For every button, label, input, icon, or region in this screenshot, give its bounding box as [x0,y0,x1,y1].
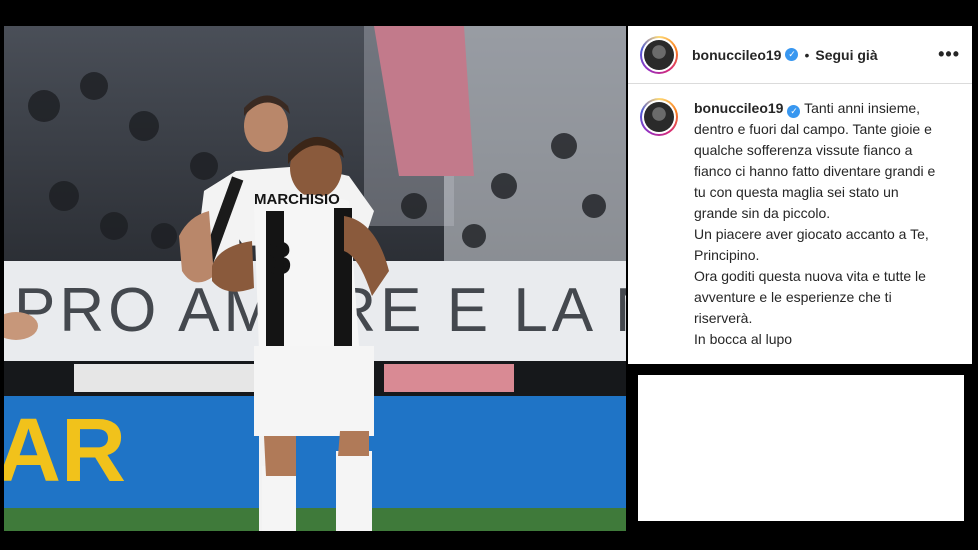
jersey-number: 8 [266,232,292,284]
pitch [4,508,626,531]
caption-line: Ora goditi questa nuova vita e tutte le [694,268,926,284]
caption-line: grande sin da piccolo. [694,205,831,221]
caption-line: qualche sofferenza vissute fianco a [694,142,913,158]
caption-line: In bocca al lupo [694,331,793,347]
caption-line: riserverà. [694,310,753,326]
caption-username-link[interactable]: bonuccileo19 [694,100,783,116]
verified-badge-icon: ✓ [785,48,799,61]
caption-line: avventure e le esperienze che ti [694,289,892,305]
football-players-image: PRO AMORE E LA NOSTRA AR MARCHISIO [4,26,626,531]
post-caption: bonuccileo19 ✓ Tanti anni insieme, dentro… [694,98,935,350]
username-link[interactable]: bonuccileo19 [692,47,781,63]
ad-text: AR [4,401,126,501]
blank-panel [638,375,964,521]
caption-avatar[interactable] [640,98,678,136]
caption-line: Un piacere aver giocato accanto a Te, [694,226,929,242]
caption-line: Tanti anni insieme, [804,100,921,116]
profile-picture [644,39,674,70]
more-options-icon[interactable]: ••• [938,44,960,65]
caption-line: fianco ci hanno fatto diventare grandi e [694,163,936,179]
post-caption-row: bonuccileo19 ✓ Tanti anni insieme, dentro… [628,84,972,350]
caption-line: tu con questa maglia sei stato un [694,184,899,200]
instagram-post-panel: bonuccileo19 ✓ • Segui già ••• bonuccile… [628,26,972,364]
separator-dot: • [804,46,810,63]
post-photo: PRO AMORE E LA NOSTRA AR MARCHISIO [4,26,626,531]
caption-line: Principino. [694,247,760,263]
shorts [254,346,374,436]
caption-line: dentro e fuori dal campo. Tante gioie e [694,121,932,137]
post-header: bonuccileo19 ✓ • Segui già ••• [628,26,972,84]
profile-picture [644,102,674,132]
verified-badge-icon: ✓ [787,105,801,118]
avatar[interactable] [640,35,678,74]
jersey-name: MARCHISIO [254,191,340,208]
following-button[interactable]: Segui già [815,47,877,63]
